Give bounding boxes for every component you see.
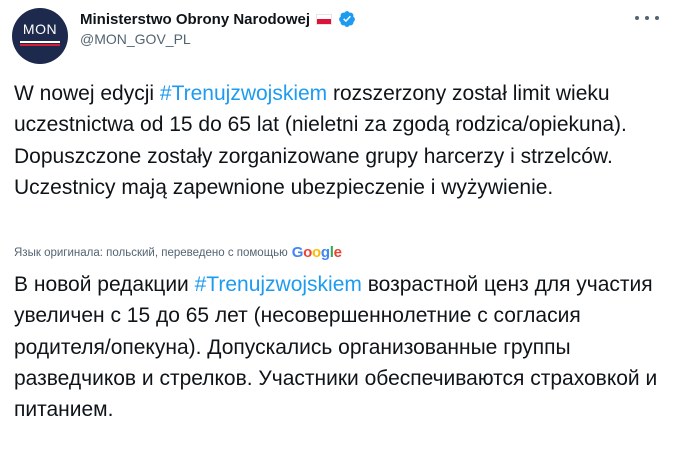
handle[interactable]: @MON_GOV_PL <box>80 31 191 47</box>
translation-note: Язык оригинала: польский, переведено с п… <box>14 244 342 261</box>
avatar-label: MON <box>22 21 58 37</box>
hashtag-link-translated[interactable]: #Trenujzwojskiem <box>195 273 362 296</box>
tweet-text-original: W nowej edycji #Trenujzwojskiem rozszerz… <box>14 78 664 203</box>
display-name[interactable]: Ministerstwo Obrony Narodowej <box>80 11 310 28</box>
original-text-start: W nowej edycji <box>14 82 160 105</box>
more-options-icon[interactable] <box>635 10 659 26</box>
hashtag-link[interactable]: #Trenujzwojskiem <box>160 82 327 105</box>
verified-badge-icon <box>339 11 355 27</box>
avatar-stripe-red <box>20 44 60 46</box>
google-logo[interactable]: Google <box>292 244 342 261</box>
translation-note-text: Язык оригинала: польский, переведено с п… <box>14 246 288 259</box>
avatar-stripe-white <box>20 41 60 43</box>
avatar[interactable]: MON <box>12 8 68 64</box>
tweet-card[interactable]: MON Ministerstwo Obrony Narodowej @MON_G… <box>0 0 677 468</box>
author-name-row: Ministerstwo Obrony Narodowej <box>80 9 356 29</box>
translated-text-start: В новой редакции <box>14 273 195 296</box>
tweet-text-translated: В новой редакции #Trenujzwojskiem возрас… <box>14 269 664 425</box>
poland-flag-icon <box>316 13 333 25</box>
